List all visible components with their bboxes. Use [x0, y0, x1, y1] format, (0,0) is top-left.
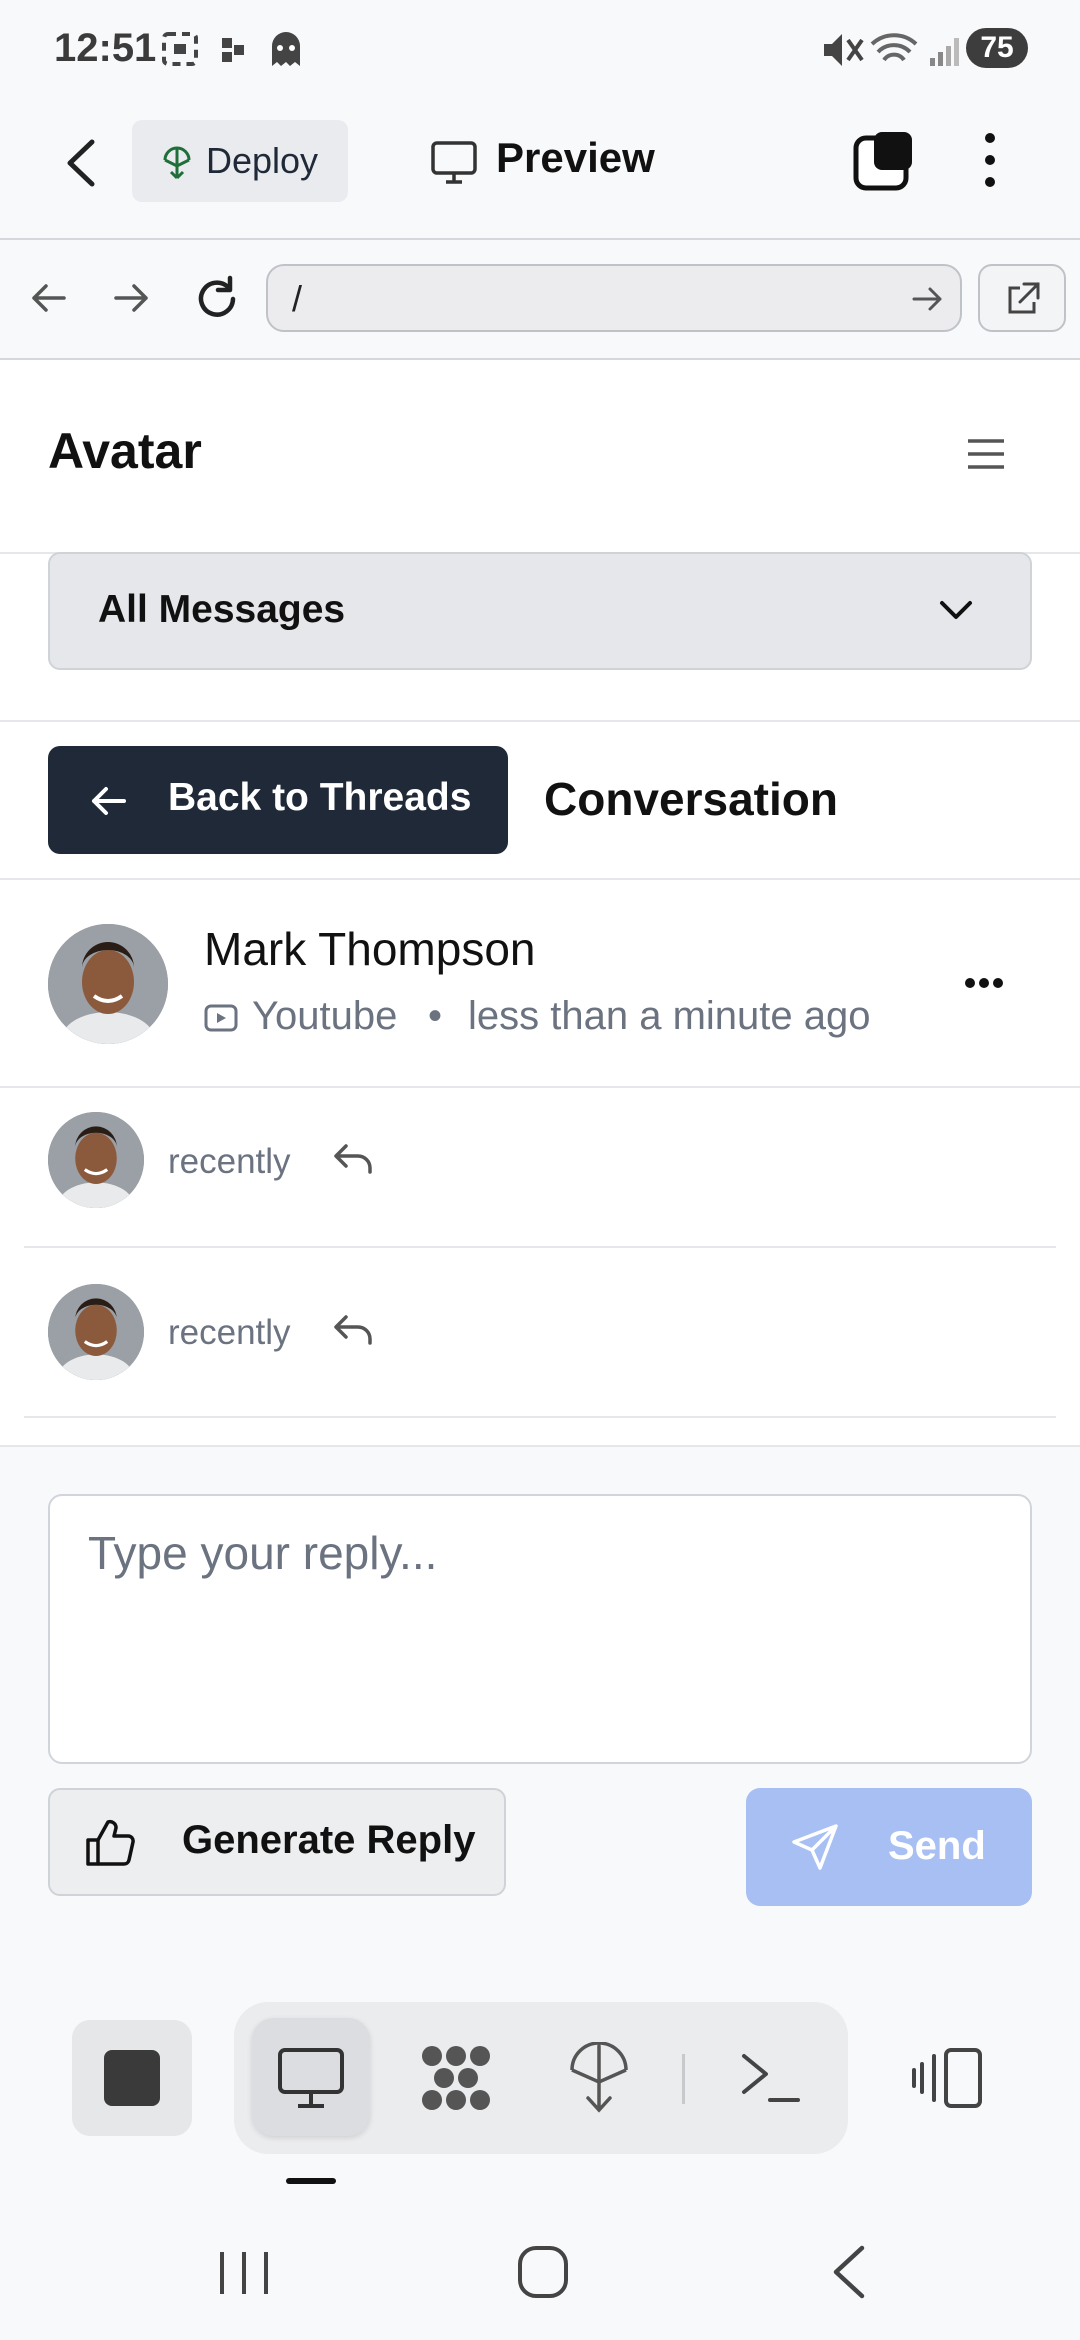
- app-title: Avatar: [48, 423, 202, 479]
- message-divider: [24, 1416, 1056, 1418]
- recent-apps-icon[interactable]: [216, 2248, 272, 2298]
- send-label: Send: [888, 1824, 986, 1868]
- conversation-divider: [0, 878, 1080, 880]
- hamburger-menu-icon[interactable]: [966, 436, 1006, 472]
- filter-selected-value: All Messages: [98, 588, 346, 631]
- youtube-icon: [204, 1004, 238, 1032]
- status-notification-icons: [162, 32, 300, 66]
- message-divider: [24, 1246, 1056, 1248]
- browser-forward-icon[interactable]: [112, 280, 152, 316]
- deploy-label: Deploy: [206, 140, 319, 181]
- nav-back-icon[interactable]: [826, 2244, 870, 2300]
- browser-back-icon[interactable]: [28, 280, 68, 316]
- external-link-icon: [1008, 282, 1040, 314]
- go-arrow-icon[interactable]: [910, 284, 946, 314]
- message-time: recently: [168, 1142, 291, 1181]
- back-arrow-icon[interactable]: [62, 138, 102, 188]
- deploy-icon: [163, 146, 191, 180]
- conversation-title: Conversation: [544, 773, 838, 825]
- meta-separator: •: [428, 994, 443, 1038]
- active-tab-indicator: [286, 2178, 336, 2184]
- filter-divider: [0, 720, 1080, 722]
- more-horizontal-icon[interactable]: [964, 976, 1004, 990]
- reply-icon[interactable]: [332, 1142, 374, 1176]
- preview-tab[interactable]: Preview: [496, 134, 655, 182]
- home-icon[interactable]: [516, 2244, 570, 2300]
- deploy-icon[interactable]: [568, 2042, 630, 2114]
- battery-indicator: 75: [966, 28, 1028, 68]
- app-content: [0, 360, 1080, 1445]
- back-to-threads-label: Back to Threads: [168, 776, 472, 819]
- status-time: 12:51: [54, 26, 157, 70]
- thread-divider: [0, 1086, 1080, 1088]
- stop-icon: [104, 2050, 160, 2106]
- dock-separator: [682, 2054, 685, 2104]
- url-text: /: [292, 278, 303, 319]
- avatar: [48, 1112, 144, 1208]
- workflow-icon[interactable]: [418, 2042, 494, 2114]
- generate-reply-label: Generate Reply: [182, 1818, 476, 1862]
- url-input[interactable]: [266, 264, 962, 332]
- tabs-switcher-icon[interactable]: [852, 128, 916, 192]
- monitor-icon: [278, 2048, 344, 2108]
- status-system-icons: [824, 33, 959, 66]
- chevron-down-icon: [940, 601, 972, 619]
- send-icon: [792, 1824, 838, 1870]
- thread-author-name: Mark Thompson: [204, 923, 536, 975]
- arrow-left-icon: [92, 787, 126, 815]
- thread-source: Youtube: [252, 994, 398, 1038]
- terminal-icon[interactable]: [740, 2050, 802, 2106]
- avatar: [48, 1284, 144, 1380]
- message-time: recently: [168, 1313, 291, 1352]
- reload-icon[interactable]: [192, 274, 242, 324]
- reply-textarea[interactable]: [48, 1494, 1032, 1764]
- thread-timestamp: less than a minute ago: [468, 994, 871, 1038]
- monitor-icon: [431, 141, 477, 184]
- avatar: [48, 924, 168, 1044]
- reply-icon[interactable]: [332, 1313, 374, 1347]
- more-vertical-icon[interactable]: [972, 128, 1008, 192]
- split-view-icon[interactable]: [910, 2046, 984, 2110]
- thumbs-up-icon: [86, 1819, 135, 1866]
